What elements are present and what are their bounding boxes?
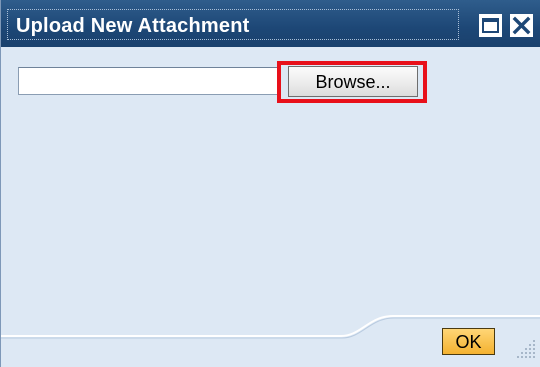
ok-button[interactable]: OK [442, 328, 495, 355]
dialog-title: Upload New Attachment [16, 15, 250, 37]
maximize-button[interactable] [479, 14, 502, 37]
title-bar[interactable]: Upload New Attachment [1, 0, 540, 47]
maximize-icon [482, 18, 499, 33]
browse-button[interactable]: Browse... [288, 66, 418, 97]
upload-attachment-dialog: Upload New Attachment Browse... OK [0, 0, 540, 367]
close-button[interactable] [510, 14, 533, 37]
resize-grip-icon[interactable] [511, 336, 539, 364]
close-icon [512, 16, 531, 35]
file-path-input[interactable] [18, 67, 280, 95]
